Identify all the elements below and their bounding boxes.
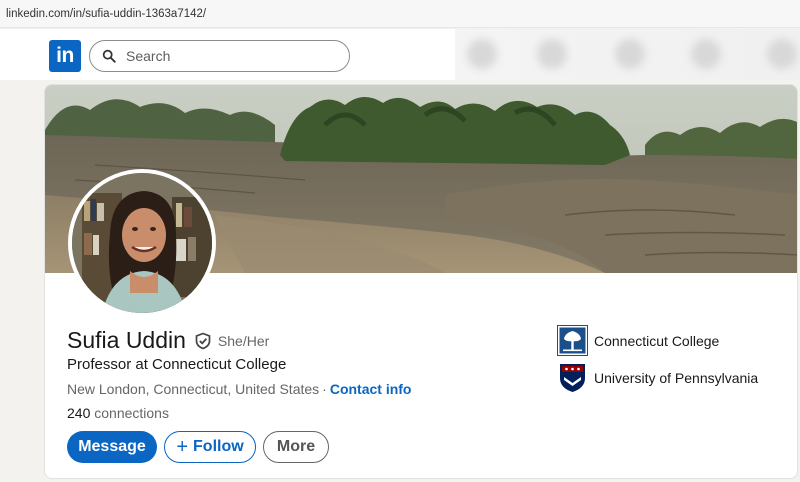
- pronouns: She/Her: [217, 332, 270, 349]
- connections-label: connections: [94, 405, 169, 421]
- follow-button[interactable]: + Follow: [164, 431, 256, 463]
- education-item-upenn[interactable]: University of Pennsylvania: [557, 362, 758, 393]
- search-bar[interactable]: [89, 40, 350, 72]
- more-button[interactable]: More: [263, 431, 329, 463]
- name-row: Sufia Uddin She/Her: [67, 327, 269, 354]
- profile-photo[interactable]: [68, 169, 216, 317]
- search-icon: [102, 49, 116, 63]
- plus-icon: +: [176, 436, 189, 458]
- connections-count: 240: [67, 405, 91, 421]
- profile-headline: Professor at Connecticut College: [67, 356, 287, 373]
- contact-info-link[interactable]: Contact info: [330, 381, 412, 397]
- profile-name: Sufia Uddin: [67, 327, 186, 353]
- location: New London, Connecticut, United States: [67, 381, 320, 397]
- education-item-connecticut-college[interactable]: Connecticut College: [557, 325, 719, 356]
- education-name: University of Pennsylvania: [594, 369, 759, 386]
- search-input[interactable]: [126, 48, 326, 64]
- message-button[interactable]: Message: [67, 431, 157, 463]
- follow-label: Follow: [193, 438, 244, 455]
- nav-icon[interactable]: [467, 39, 497, 69]
- upenn-shield-logo: [560, 364, 585, 392]
- linkedin-logo[interactable]: in: [49, 40, 81, 72]
- nav-icon[interactable]: [537, 39, 567, 69]
- separator: ·: [322, 381, 327, 397]
- nav-icon[interactable]: [615, 39, 645, 69]
- connecticut-college-logo: [557, 325, 588, 356]
- education-name: Connecticut College: [594, 332, 720, 349]
- location-row: New London, Connecticut, United States · C…: [67, 381, 411, 397]
- url-text: linkedin.com/in/sufia-uddin-1363a7142/: [6, 7, 207, 20]
- address-bar[interactable]: linkedin.com/in/sufia-uddin-1363a7142/: [0, 0, 800, 28]
- nav-icons-blurred: [455, 29, 800, 80]
- connections[interactable]: 240 connections: [67, 405, 169, 421]
- nav-icon[interactable]: [767, 39, 797, 69]
- profile-card: Sufia Uddin She/Her Professor at Connect…: [44, 84, 798, 479]
- nav-icon[interactable]: [691, 39, 721, 69]
- verified-shield-icon[interactable]: [194, 332, 212, 350]
